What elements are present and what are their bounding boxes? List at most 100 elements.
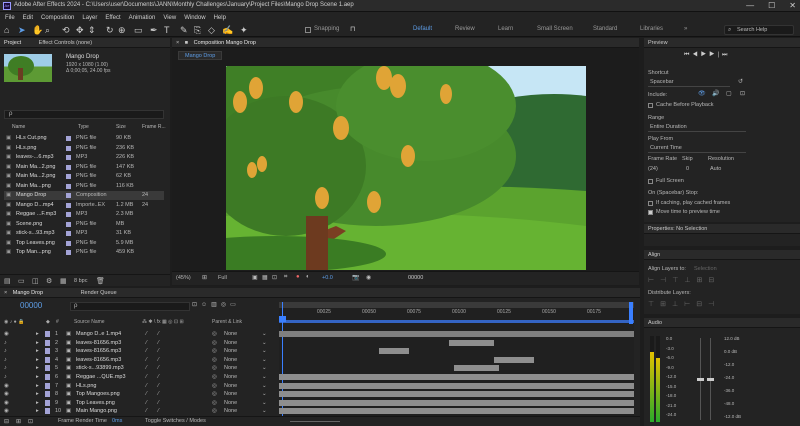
close-comp-icon[interactable]: × (176, 40, 179, 46)
resolution-dropdown[interactable]: Full (218, 275, 227, 281)
menu-animation[interactable]: Animation (129, 15, 156, 21)
maximize-icon[interactable]: ☐ (768, 1, 775, 10)
new-folder-icon[interactable]: ▭ (18, 277, 25, 285)
layer-switch-icon[interactable]: ⁄ (146, 365, 147, 371)
parent-dropdown[interactable]: None (224, 383, 237, 389)
parent-pickwhip-icon[interactable]: ◎ (212, 357, 217, 363)
chevron-down-icon[interactable]: ⌄ (262, 383, 267, 389)
zoom-dropdown[interactable]: (45%) (176, 275, 191, 281)
col-frame-rate[interactable]: Frame R... (142, 124, 166, 130)
transparency-grid-icon[interactable]: ▦ (262, 274, 268, 281)
label-color-chip[interactable] (45, 391, 50, 398)
search-help-input[interactable]: ⌕ Search Help (724, 25, 794, 35)
layer-duration-bar[interactable] (279, 391, 634, 398)
parent-pickwhip-icon[interactable]: ◎ (212, 391, 217, 397)
parent-pickwhip-icon[interactable]: ◎ (212, 408, 217, 414)
audio-toggle-icon[interactable]: ♪ (4, 348, 7, 354)
layer-duration-bar[interactable] (279, 399, 634, 406)
parent-pickwhip-icon[interactable]: ◎ (212, 331, 217, 337)
video-toggle-icon[interactable]: ◉ (4, 383, 9, 389)
layer-flowchart-icon[interactable]: ⊞ (16, 418, 21, 425)
chevron-down-icon[interactable]: ⌄ (262, 331, 267, 337)
playfrom-dropdown[interactable]: Current Time (648, 145, 746, 153)
layer-switch-icon[interactable]: ⁄ (158, 400, 159, 406)
show-snapshot-icon[interactable]: ◉ (366, 274, 371, 281)
parent-pickwhip-icon[interactable]: ◎ (212, 374, 217, 380)
project-item[interactable]: ▣ Reggae ...F.mp3 MP3 2.3 MB (4, 210, 164, 219)
dolly-tool-icon[interactable]: ⇕ (88, 25, 96, 35)
align-hcenter-icon[interactable]: ⊣ (660, 277, 672, 284)
menu-effect[interactable]: Effect (105, 15, 120, 21)
layer-row[interactable]: ♪ ▸ 5 ▣ stick-s...93899.mp3 ⁄ ⁄ ◎ None ⌄ (0, 364, 278, 373)
project-item[interactable]: ▣ stick-s...93.mp3 MP3 31 KB (4, 229, 164, 238)
project-item[interactable]: ▣ Main Ma...2.png PNG file 147 KB (4, 163, 164, 172)
comp-subtab[interactable]: Mango Drop (178, 51, 223, 60)
expand-arrow-icon[interactable]: ▸ (36, 331, 39, 337)
motion-blur-icon[interactable]: ◎ (221, 302, 230, 308)
project-item[interactable]: ▣ Main Ma...2.png PNG file 62 KB (4, 172, 164, 181)
current-time-display[interactable]: 00000 (20, 301, 42, 310)
label-color-chip[interactable] (45, 382, 50, 389)
bpc-label[interactable]: 8 bpc (74, 278, 87, 284)
video-toggle-icon[interactable]: ◉ (4, 408, 9, 414)
align-right-icon[interactable]: ⊤ (672, 277, 684, 284)
layer-switch-icon[interactable]: ⁄ (146, 383, 147, 389)
tab-project[interactable]: Project (4, 38, 21, 48)
distribute-hcenter-icon[interactable]: ⊟ (696, 301, 708, 308)
timeline-track-area[interactable]: 00025 00050 00075 00100 00125 00150 00175 (279, 302, 634, 416)
include-overlay-icon[interactable]: ▢ (726, 90, 732, 97)
skip-dropdown[interactable]: 0 (686, 166, 689, 172)
layer-duration-bar[interactable] (279, 382, 634, 389)
audio-fader-left[interactable] (697, 338, 704, 420)
layer-switch-icon[interactable]: ⁄ (158, 374, 159, 380)
workspace-small-screen[interactable]: Small Screen (537, 26, 573, 32)
pen-tool-icon[interactable]: ✒ (150, 25, 158, 35)
fit-icon[interactable]: ⊞ (202, 274, 207, 281)
layer-row[interactable]: ◉ ▸ 8 ▣ Top Mangoes.png ⁄ ⁄ ◎ None ⌄ (0, 390, 278, 399)
region-icon[interactable]: ▣ (252, 274, 258, 281)
col-type[interactable]: Type (78, 124, 89, 130)
label-color-chip[interactable] (45, 365, 50, 372)
new-composition-icon[interactable]: ◫ (32, 277, 39, 285)
layer-row[interactable]: ◉ ▸ 10 ▣ Main Mango.png ⁄ ⁄ ◎ None ⌄ (0, 407, 278, 416)
layer-switch-icon[interactable]: ⁄ (146, 400, 147, 406)
layer-switch-icon[interactable]: ⁄ (146, 340, 147, 346)
label-color-chip[interactable] (45, 374, 50, 380)
tab-composition[interactable]: Composition Mango Drop (194, 38, 256, 48)
include-video-icon[interactable]: 👁 (698, 90, 706, 97)
project-item[interactable]: ▣ Scene.png PNG file MB (4, 220, 164, 229)
minimize-icon[interactable]: — (746, 1, 754, 10)
expand-arrow-icon[interactable]: ▸ (36, 408, 39, 414)
snapshot-icon[interactable]: 📷 (352, 274, 359, 281)
layer-duration-bar[interactable] (379, 348, 409, 355)
label-color-chip[interactable] (45, 348, 50, 355)
parent-dropdown[interactable]: None (224, 365, 237, 371)
shape-tool-icon[interactable]: ▭ (134, 25, 143, 35)
expand-arrow-icon[interactable]: ▸ (36, 383, 39, 389)
layer-switch-icon[interactable]: ⁄ (158, 383, 159, 389)
layer-row[interactable]: ◉ ▸ 7 ▣ HLs.png ⁄ ⁄ ◎ None ⌄ (0, 382, 278, 391)
playhead-handle[interactable] (279, 316, 286, 322)
workspace-default[interactable]: Default (413, 26, 432, 32)
rotate-tool-icon[interactable]: ↻ (106, 25, 114, 35)
layer-row[interactable]: ♪ ▸ 2 ▣ leaves-81656.mp3 ⁄ ⁄ ◎ None ⌄ (0, 339, 278, 348)
prev-frame-icon[interactable]: ◀ (692, 52, 700, 58)
work-area-end-handle[interactable] (629, 302, 633, 324)
parent-pickwhip-icon[interactable]: ◎ (212, 348, 217, 354)
menu-edit[interactable]: Edit (23, 15, 33, 21)
delete-icon[interactable]: 🗑 (96, 277, 105, 285)
label-color-chip[interactable] (45, 356, 50, 363)
tab-mango-drop[interactable]: Mango Drop (13, 288, 43, 298)
mask-visibility-icon[interactable]: ⊡ (272, 274, 277, 281)
exposure-value[interactable]: +0.0 (322, 275, 333, 281)
parent-pickwhip-icon[interactable]: ◎ (212, 340, 217, 346)
snapping-checkbox[interactable] (305, 27, 311, 33)
guides-icon[interactable]: ⌗ (284, 274, 287, 281)
snap-magnet-icon[interactable]: ⊓ (350, 25, 355, 35)
audio-toggle-icon[interactable]: ♪ (4, 357, 7, 363)
roto-tool-icon[interactable]: ✍ (222, 25, 233, 35)
layer-switch-icon[interactable]: ⁄ (146, 408, 147, 414)
tab-effect-controls[interactable]: Effect Controls (none) (39, 38, 92, 48)
distribute-right-icon[interactable]: ⊣ (708, 301, 720, 308)
col-size[interactable]: Size (116, 124, 126, 130)
